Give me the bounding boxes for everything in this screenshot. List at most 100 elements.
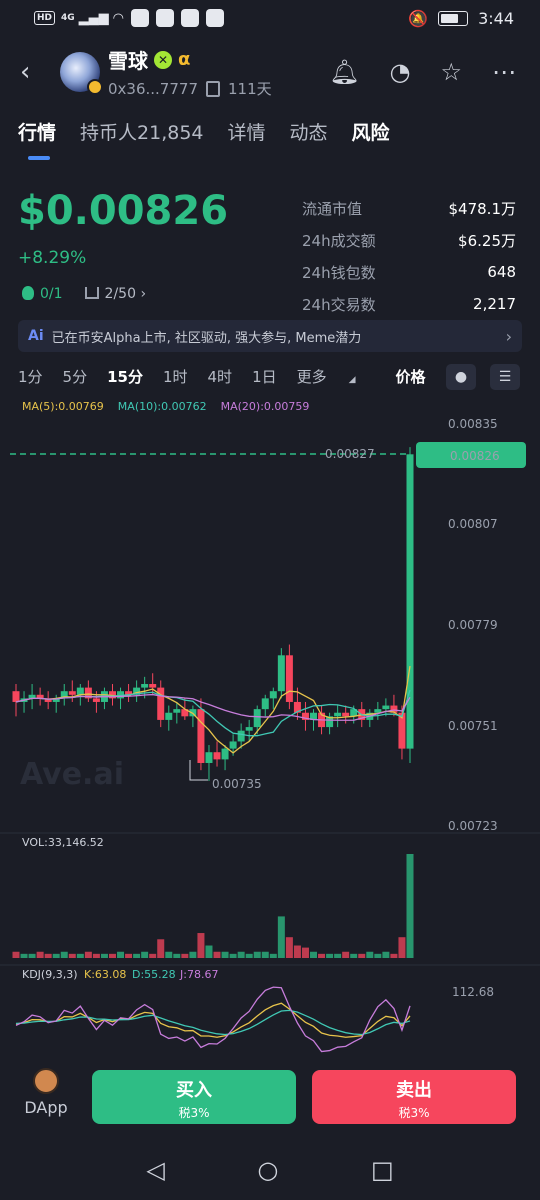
moneybag-icon <box>22 286 34 300</box>
kdj-axis-top: 112.68 <box>452 985 494 999</box>
indicator-settings-icon[interactable]: ● <box>446 364 476 390</box>
candle-body <box>149 684 157 688</box>
mini-stat-b[interactable]: 2/50 › <box>84 286 147 302</box>
candle-body <box>173 709 181 713</box>
volume-bar <box>390 953 398 958</box>
volume-bar <box>253 951 261 958</box>
buy-button[interactable]: 买入 税3% <box>92 1070 296 1124</box>
nav-home-icon[interactable]: ○ <box>257 1156 278 1184</box>
star-icon[interactable]: ☆ <box>440 58 462 86</box>
candle-body <box>68 691 76 695</box>
watermark: Ave.ai <box>20 757 124 792</box>
interval-more[interactable]: 更多 ◢ <box>297 366 376 387</box>
status-bar: HD 4G ▂▄▆ ◠ 🔕 3:44 <box>0 0 540 36</box>
candle-body <box>277 655 285 692</box>
volume-bar <box>117 951 125 958</box>
volume-bar <box>382 951 390 958</box>
volume-bar <box>334 953 342 958</box>
mute-icon: 🔕 <box>408 8 429 28</box>
volume-bar <box>52 953 60 958</box>
kdj-j-line <box>15 986 411 1053</box>
token-avatar <box>60 52 103 95</box>
volume-bar <box>221 951 229 958</box>
volume-bar <box>76 953 84 958</box>
volume-bar <box>20 953 28 958</box>
tab-market[interactable]: 行情 <box>18 118 56 160</box>
nav-back-icon[interactable]: ◁ <box>146 1156 164 1184</box>
interval-15m[interactable]: 15分 <box>107 366 143 387</box>
high-marker: 0.00827 <box>325 447 375 461</box>
signal-icon: ▂▄▆ <box>78 10 109 26</box>
candle-body <box>141 684 149 688</box>
candle-body <box>342 712 350 717</box>
volume-bar <box>60 951 68 958</box>
candle-body <box>213 752 221 760</box>
verified-icon: ✕ <box>154 50 172 69</box>
volume-bar <box>342 951 350 958</box>
candle-body <box>221 748 229 760</box>
low-marker-line <box>189 760 208 781</box>
price-chart[interactable]: Ave.ai 0.00827 0.00735 0.00826 0.00835 0… <box>0 412 540 1062</box>
interval-5m[interactable]: 5分 <box>63 366 88 387</box>
stat-row: 24h钱包数 648 <box>302 263 516 282</box>
chevron-right-icon: › <box>505 326 512 346</box>
volume-bar <box>326 953 334 958</box>
volume-bar <box>374 953 382 958</box>
kdj-label: KDJ(9,3,3) <box>22 968 78 981</box>
chart-settings-icon[interactable]: ☰ <box>490 364 520 390</box>
copy-icon[interactable] <box>206 80 220 97</box>
mini-stat-a[interactable]: 0/1 <box>22 286 63 302</box>
clock: 3:44 <box>478 8 514 28</box>
chevron-right-icon: › <box>140 286 147 302</box>
kdj-d-line <box>15 1009 411 1036</box>
volume-bar <box>108 953 116 958</box>
app-notification-icon <box>206 9 225 27</box>
volume-bar <box>189 951 197 958</box>
interval-1h[interactable]: 1时 <box>163 366 188 387</box>
sell-button[interactable]: 卖出 税3% <box>312 1070 516 1124</box>
candle-body <box>253 709 261 728</box>
gauge-icon[interactable]: ◔ <box>390 58 411 86</box>
contract-address[interactable]: 0x36...7777 <box>108 80 198 98</box>
volume-bar <box>310 951 318 958</box>
volume-bar <box>44 953 52 958</box>
token-header: ‹ 雪球 ✕ α 0x36...7777 111天 🔔︎ ◔ ☆ ⋯ <box>0 44 540 100</box>
candle-body <box>12 691 20 702</box>
tab-holders[interactable]: 持币人21,854 <box>80 118 203 145</box>
candle-body <box>269 691 277 699</box>
tab-risk[interactable]: 风险 <box>352 118 390 145</box>
bell-icon[interactable]: 🔔︎ <box>329 58 359 86</box>
candle-body <box>285 655 293 702</box>
tab-details[interactable]: 详情 <box>228 118 266 145</box>
volume-bar <box>366 951 374 958</box>
y-tick: 0.00835 <box>448 417 498 431</box>
stat-row: 24h成交额 $6.25万 <box>302 231 516 250</box>
stats-panel: 流通市值 $478.1万 24h成交额 $6.25万 24h钱包数 648 24h交易… <box>302 192 516 320</box>
token-name: 雪球 <box>108 49 148 73</box>
more-icon[interactable]: ⋯ <box>492 58 516 86</box>
volume-bar <box>350 953 358 958</box>
kdj-k: K:63.08 <box>84 968 126 981</box>
tab-activity[interactable]: 动态 <box>290 118 328 145</box>
back-icon[interactable]: ‹ <box>0 57 40 87</box>
volume-bar <box>141 951 149 958</box>
ai-banner[interactable]: Ai 已在币安Alpha上市, 社区驱动, 强大参与, Meme潜力 › <box>18 320 522 352</box>
volume-bar <box>157 939 165 958</box>
chain-icon <box>87 79 103 95</box>
interval-1d[interactable]: 1日 <box>252 366 277 387</box>
volume-bar <box>100 953 108 958</box>
interval-1m[interactable]: 1分 <box>18 366 43 387</box>
nav-recents-icon[interactable]: □ <box>371 1156 394 1184</box>
kdj-j: J:78.67 <box>179 968 218 981</box>
volume-bar <box>261 951 269 958</box>
interval-4h[interactable]: 4时 <box>208 366 233 387</box>
candle-body <box>165 712 173 720</box>
dapp-button[interactable]: DApp <box>18 1068 74 1117</box>
mini-stats: 0/1 2/50 › <box>22 286 146 302</box>
volume-bar <box>277 916 285 958</box>
hd-badge: HD <box>34 11 56 25</box>
volume-bar <box>318 953 326 958</box>
y-tick: 0.00723 <box>448 819 498 833</box>
candle-body <box>197 709 205 763</box>
kdj-k-line <box>15 1002 411 1038</box>
